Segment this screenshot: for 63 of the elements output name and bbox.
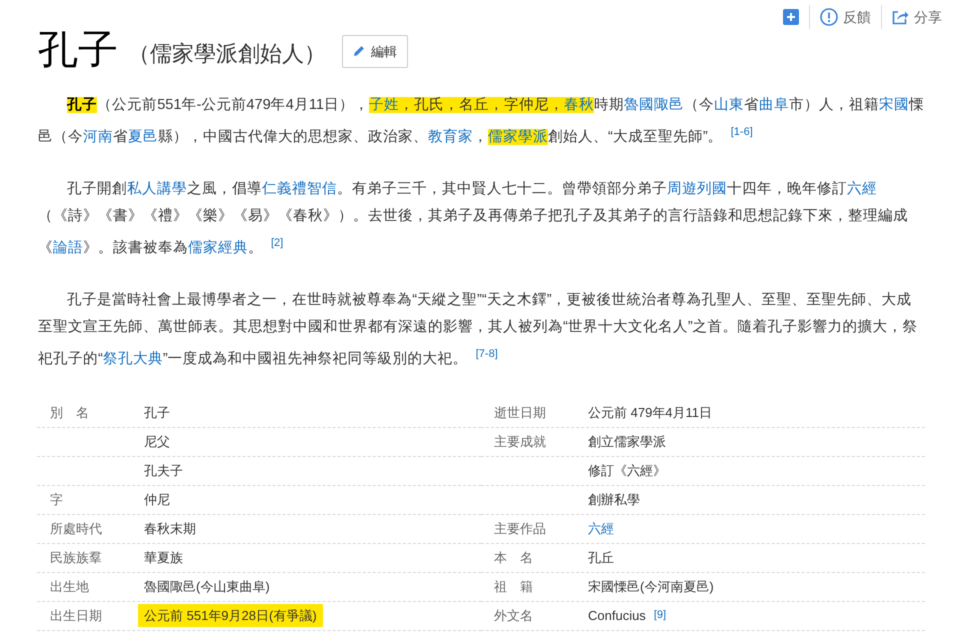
field-value: 公元前 479年4月11日: [587, 404, 714, 422]
link[interactable]: 儒家經典: [188, 240, 248, 256]
field-label: 逝世日期: [494, 404, 546, 420]
field-value: 修訂《六經》: [587, 462, 667, 480]
link[interactable]: 六經: [847, 180, 878, 197]
subtitle: （儒家學派創始人）: [128, 40, 326, 68]
field-label: 所處時代: [50, 520, 102, 536]
field-value: Confucius: [587, 606, 647, 625]
link[interactable]: 教育家: [428, 128, 473, 145]
field-value: 創立儒家學派: [587, 432, 667, 451]
link[interactable]: 夏邑: [128, 128, 158, 145]
field-label: 外文名: [494, 608, 533, 623]
field-value: 孔子: [143, 404, 171, 422]
link[interactable]: 論語: [53, 240, 83, 256]
pencil-icon: [353, 45, 365, 58]
reference-link[interactable]: [7-8]: [476, 348, 498, 360]
field-value: 孔丘: [587, 548, 615, 567]
paragraph: 孔子是當時社會上最博學者之一，在世時就被尊奉為“天縱之聖”“天之木鐸”，更被後世統治者尊為孔聖人、至聖、至聖先師、大成至聖文宣王先師、萬世師表。其思想對中國和世界都有深遠的影響，其人被列為“世界十大文化名人”之首。隨着孔子影響力的擴大，祭祀孔子的“祭孔大典”一度成為和中國祖先神祭祀同等級別的大祀。 $^{[7-8]}$: [38, 290, 919, 369]
field-value: 春秋末期: [143, 520, 197, 538]
field-label: 別 名: [50, 404, 89, 420]
link[interactable]: 宋國: [879, 97, 910, 113]
field-label: 本 名: [494, 550, 533, 565]
paragraph: 孔子（公元前551年-公元前479年4月11日），子姓，孔氏，名丘，字仲尼，春秋時期魯國陬邑（今山東省曲阜市）人，祖籍宋國慄邑（今河南省夏邑縣），中國古代偉大的思想家、政治家、教育家，儒家學派創始人、“大成至聖先師”。 $^{[1-6]}$: [38, 96, 925, 147]
link[interactable]: 私人講學: [127, 180, 188, 197]
field-label: 民族族羣: [50, 550, 102, 565]
highlighted-text: 孔子: [67, 97, 98, 113]
link[interactable]: 山東: [714, 97, 744, 113]
link[interactable]: 周遊列國: [667, 180, 728, 197]
paragraph: 孔子開創私人講學之風，倡導仁義禮智信。有弟子三千，其中賢人七十二。曾帶領部分弟子周遊列國十四年，晚年修訂六經 （《詩》《書》《禮》《樂》《易》《春秋》）。去世後，其弟子及再傳弟子把孔子及其弟子的言行語錄和思想記錄下來，整理編成《論語》。該書被奉為儒家經典。 $^{[2]}$: [38, 180, 909, 258]
field-value: 魯國陬邑(今山東曲阜): [143, 578, 271, 596]
field-value: 孔夫子: [143, 462, 184, 480]
share-icon: [892, 9, 909, 25]
field-label: 祖 籍: [494, 578, 533, 594]
link[interactable]: 春秋: [564, 97, 594, 113]
edit-button[interactable]: 編輯: [342, 34, 408, 68]
field-value: 宋國慄邑(今河南夏邑): [587, 578, 715, 596]
field-value: 仲尼: [143, 490, 171, 509]
link[interactable]: 曲阜: [759, 97, 790, 113]
link[interactable]: 儒家學派: [488, 128, 548, 145]
field-label: 出生日期: [50, 608, 102, 623]
field-value-link[interactable]: 六經: [582, 516, 620, 540]
field-value: 公元前 551年9月28日(有爭議): [138, 604, 323, 628]
field-label: 字: [50, 492, 63, 507]
field-label: 出生地: [50, 578, 89, 594]
field-value: 創辦私學: [587, 490, 641, 509]
reference-link[interactable]: [9]: [654, 607, 666, 624]
field-label: 主要成就: [494, 434, 546, 449]
highlighted-text: ，孔氏，名丘，字仲尼，: [399, 97, 564, 113]
page-title: 孔子: [38, 30, 118, 70]
reference-link[interactable]: [2]: [271, 236, 284, 249]
alert-icon: [820, 8, 838, 26]
link[interactable]: 仁義禮智信: [262, 180, 338, 197]
reference-link[interactable]: [1-6]: [730, 126, 753, 138]
field-value: 華夏族: [143, 548, 184, 567]
link[interactable]: 祭孔大典: [102, 350, 163, 367]
field-label: 主要作品: [494, 520, 546, 536]
link[interactable]: 子姓: [369, 97, 400, 113]
link[interactable]: 魯國陬邑: [624, 97, 684, 113]
feedback-button[interactable]: 反饋: [810, 6, 881, 28]
share-button[interactable]: 分享: [882, 6, 952, 28]
add-icon: [783, 9, 799, 25]
link[interactable]: 河南: [83, 128, 113, 145]
field-value: 尼父: [143, 432, 171, 451]
